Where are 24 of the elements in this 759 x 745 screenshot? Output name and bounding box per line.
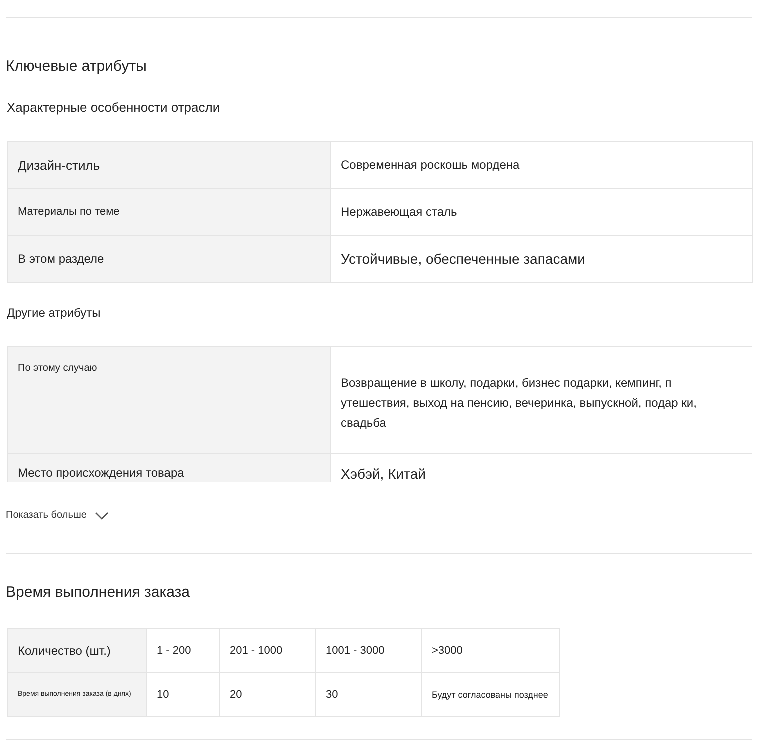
table-cell: 1001 - 3000: [316, 628, 422, 672]
attribute-label: Место происхождения товара: [8, 454, 330, 482]
chevron-down-icon: [95, 512, 109, 520]
attribute-label: Материалы по теме: [8, 188, 330, 236]
show-more-button[interactable]: Показать больше: [6, 510, 109, 521]
table-cell: 10: [146, 672, 220, 716]
table-cell: 1 - 200: [146, 628, 220, 672]
attribute-label: В этом разделе: [8, 236, 330, 282]
attribute-value: Нержавеющая сталь: [330, 188, 752, 236]
table-cell: 201 - 1000: [220, 628, 316, 672]
section-title: Время выполнения заказа: [6, 583, 192, 603]
table-cell: Будут согласованы позднее: [422, 672, 560, 716]
attribute-label: Дизайн-стиль: [8, 142, 330, 188]
attribute-value: Возвращение в школу, подарки, бизнес подарки, кемпинг, п утешествия, выход на пенсию, вечеринка, выпускной, подар ки, свадьба: [330, 346, 752, 454]
subsection-title: Характерные особенности отрасли: [7, 99, 222, 117]
subsection-title: Другие атрибуты: [7, 305, 102, 322]
table-cell: 20: [220, 672, 316, 716]
table-cell: >3000: [422, 628, 560, 672]
attribute-label: По этому случаю: [8, 346, 330, 454]
table-cell: Количество (шт.): [8, 628, 146, 672]
section-title: Ключевые атрибуты: [6, 57, 148, 77]
table-cell: 30: [316, 672, 422, 716]
attribute-value: Устойчивые, обеспеченные запасами: [330, 236, 752, 282]
attribute-value: Современная роскошь мордена: [330, 142, 752, 188]
